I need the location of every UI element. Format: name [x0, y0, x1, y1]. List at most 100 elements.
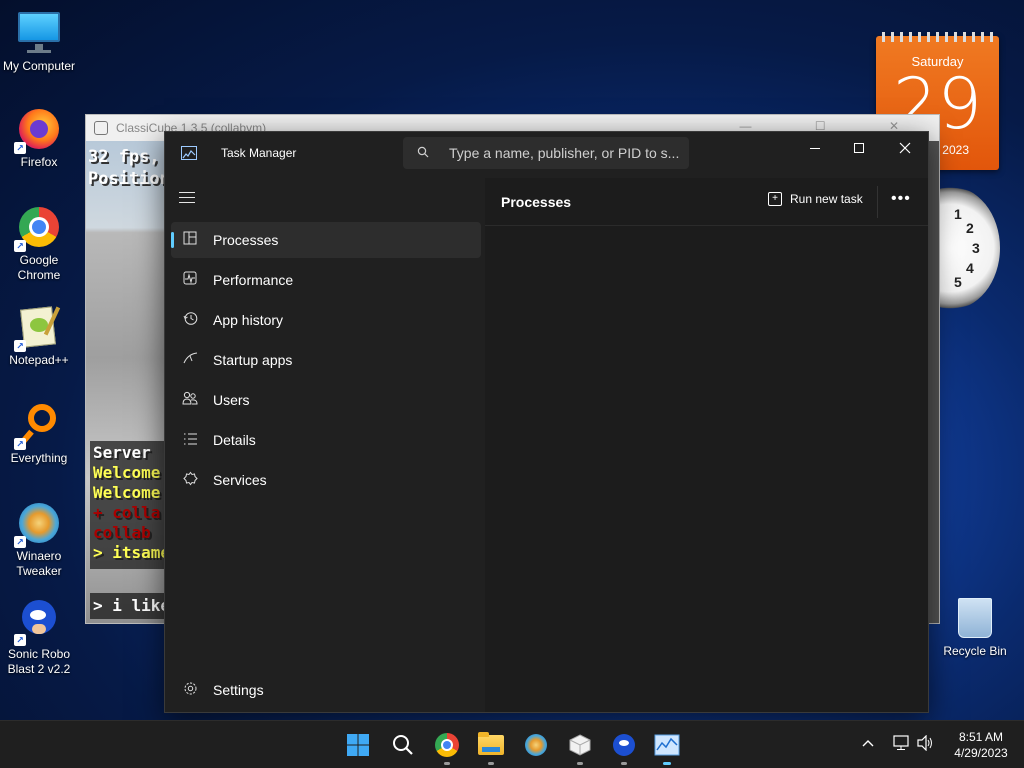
processes-page: Processes + Run new task ••• — [485, 178, 928, 712]
desktop-icon-notepad-plus-plus[interactable]: ↗ Notepad++ — [1, 304, 77, 368]
network-icon — [893, 735, 909, 750]
app-history-icon — [181, 311, 199, 330]
maximize-button[interactable] — [836, 132, 882, 164]
sonic-icon — [613, 734, 635, 756]
nav-item-details[interactable]: Details — [171, 422, 481, 458]
toolbar-separator — [877, 186, 878, 218]
shortcut-arrow-icon: ↗ — [14, 536, 26, 548]
clock-number: 2 — [966, 220, 974, 236]
clock-number: 5 — [954, 274, 962, 290]
run-new-task-button[interactable]: + Run new task — [768, 192, 863, 206]
desktop-icon-label: Notepad++ — [9, 353, 69, 367]
desktop-icon-label: Winaero Tweaker — [16, 549, 62, 578]
shortcut-arrow-icon: ↗ — [14, 240, 26, 252]
process-search-box[interactable] — [403, 137, 689, 169]
recycle-bin-icon — [958, 598, 992, 638]
show-hidden-icons-button[interactable] — [862, 735, 874, 750]
taskbar: 8:51 AM 4/29/2023 — [0, 720, 1024, 768]
run-new-task-label: Run new task — [790, 192, 863, 206]
chat-input[interactable]: > i like r — [90, 593, 170, 619]
running-indicator — [577, 762, 583, 765]
chat-line: collab — [93, 523, 151, 542]
taskbar-file-explorer[interactable] — [477, 731, 505, 765]
taskbar-task-manager[interactable] — [653, 731, 681, 765]
desktop-icon-everything[interactable]: ↗ Everything — [1, 402, 77, 466]
desktop-icon-winaero-tweaker[interactable]: ↗ Winaero Tweaker — [1, 500, 77, 579]
nav-item-startup-apps[interactable]: Startup apps — [171, 342, 481, 378]
active-indicator — [663, 762, 671, 765]
start-button[interactable] — [344, 731, 372, 759]
position-readout: Position — [88, 169, 170, 189]
more-options-icon[interactable]: ••• — [891, 190, 911, 208]
chat-log: Server Welcome Welcome + colla collab > … — [90, 441, 170, 569]
minimize-button[interactable] — [792, 132, 838, 164]
network-button[interactable] — [892, 735, 910, 754]
running-indicator — [488, 762, 494, 765]
nav-item-app-history[interactable]: App history — [171, 302, 481, 338]
taskbar-winaero-tweaker[interactable] — [522, 731, 550, 759]
cube-icon — [569, 734, 591, 756]
services-icon — [181, 471, 199, 490]
task-manager-app-icon — [181, 146, 197, 160]
maximize-icon — [854, 143, 864, 153]
page-title: Processes — [501, 194, 572, 210]
desktop-icon-my-computer[interactable]: My Computer — [1, 10, 77, 74]
desktop-icon-label: Google Chrome — [17, 253, 61, 282]
firefox-icon: ↗ — [14, 106, 62, 154]
taskbar-search-button[interactable] — [389, 731, 417, 759]
run-task-icon: + — [768, 192, 782, 206]
desktop-icon-google-chrome[interactable]: ↗ Google Chrome — [1, 204, 77, 283]
taskbar-chrome[interactable] — [433, 731, 461, 765]
hamburger-menu-icon[interactable] — [179, 192, 195, 206]
nav-item-label: Startup apps — [213, 352, 293, 368]
running-indicator — [444, 762, 450, 765]
gear-icon — [181, 681, 199, 700]
startup-apps-icon — [181, 351, 199, 369]
close-button[interactable] — [882, 132, 928, 164]
desktop-icon-label: Recycle Bin — [943, 644, 1007, 658]
desktop-icon-sonic-robo-blast-2[interactable]: ↗ Sonic Robo Blast 2 v2.2 — [1, 598, 77, 677]
taskbar-sonic-robo-blast-2[interactable] — [610, 731, 638, 765]
nav-item-users[interactable]: Users — [171, 382, 481, 418]
nav-item-settings[interactable]: Settings — [171, 672, 481, 708]
task-manager-titlebar[interactable]: Task Manager — [165, 132, 928, 178]
close-icon — [899, 142, 911, 154]
search-input[interactable] — [449, 145, 689, 161]
shortcut-arrow-icon: ↗ — [14, 340, 26, 352]
nav-item-label: Processes — [213, 232, 279, 248]
windows-logo-icon — [347, 734, 369, 756]
cube-icon — [94, 121, 108, 135]
nav-item-label: Services — [213, 472, 267, 488]
desktop-icon-firefox[interactable]: ↗ Firefox — [1, 106, 77, 170]
running-indicator — [621, 762, 627, 765]
shortcut-arrow-icon: ↗ — [14, 438, 26, 450]
everything-search-icon: ↗ — [14, 402, 62, 450]
taskbar-date: 4/29/2023 — [954, 746, 1008, 760]
task-manager-window[interactable]: Task Manager Processes — [164, 131, 929, 713]
folder-icon — [478, 732, 504, 755]
notepad-plus-plus-icon: ↗ — [14, 304, 62, 352]
chrome-icon — [435, 733, 459, 757]
speaker-icon — [917, 734, 932, 752]
winaero-tweaker-icon: ↗ — [14, 500, 62, 548]
taskbar-time: 8:51 AM — [958, 730, 1004, 744]
clock-number: 4 — [966, 260, 974, 276]
clock-number: 1 — [954, 206, 962, 222]
desktop-icon-recycle-bin[interactable]: Recycle Bin — [940, 598, 1010, 658]
nav-item-label: Settings — [213, 682, 264, 698]
clock-number: 3 — [972, 240, 980, 256]
desktop-icon-label: Everything — [10, 451, 68, 465]
nav-item-processes[interactable]: Processes — [171, 222, 481, 258]
page-header: Processes + Run new task ••• — [485, 178, 928, 226]
performance-icon — [181, 271, 199, 289]
chat-line: Welcome — [93, 483, 161, 502]
volume-button[interactable] — [916, 734, 934, 754]
taskbar-classicube[interactable] — [566, 731, 594, 765]
taskbar-clock[interactable]: 8:51 AM 4/29/2023 — [946, 729, 1016, 761]
chrome-icon: ↗ — [14, 204, 62, 252]
nav-item-performance[interactable]: Performance — [171, 262, 481, 298]
nav-item-services[interactable]: Services — [171, 462, 481, 498]
users-icon — [181, 391, 199, 409]
nav-item-label: Performance — [213, 272, 294, 288]
nav-item-label: Users — [213, 392, 250, 408]
